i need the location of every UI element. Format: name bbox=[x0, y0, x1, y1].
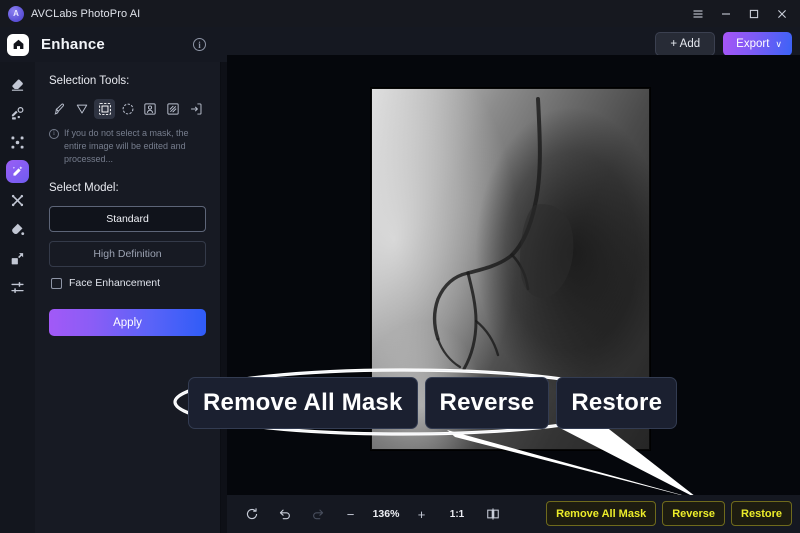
model-high-definition-button[interactable]: High Definition bbox=[49, 241, 206, 267]
compare-icon[interactable] bbox=[476, 495, 509, 533]
info-icon[interactable]: i bbox=[193, 38, 206, 51]
info-small-icon: i bbox=[49, 129, 59, 139]
image-canvas[interactable] bbox=[227, 55, 800, 495]
sidebar-item-object-remove[interactable] bbox=[0, 99, 35, 128]
mask-action-buttons: Remove All Mask Reverse Restore bbox=[546, 501, 792, 526]
lasso-tool-icon[interactable] bbox=[72, 99, 93, 119]
mask-hint-text: If you do not select a mask, the entire … bbox=[64, 127, 204, 166]
close-icon[interactable] bbox=[770, 3, 794, 25]
callout-buttons: Remove All Mask Reverse Restore bbox=[188, 377, 677, 429]
select-model-label: Select Model: bbox=[49, 182, 206, 194]
bottom-toolbar: − 136% + 1:1 Remove All Mask Reverse Res… bbox=[227, 495, 800, 533]
app-window: A AVCLabs PhotoPro AI Enhance i + Add bbox=[0, 0, 800, 533]
vessel-bulb bbox=[520, 204, 573, 298]
sidebar-item-enhance[interactable] bbox=[0, 157, 35, 186]
app-logo-icon: A bbox=[8, 6, 24, 22]
app-title: AVCLabs PhotoPro AI bbox=[31, 8, 140, 20]
callout-restore-button[interactable]: Restore bbox=[556, 377, 677, 429]
reset-view-icon[interactable] bbox=[235, 495, 268, 533]
callout-reverse-button[interactable]: Reverse bbox=[425, 377, 550, 429]
menu-icon[interactable] bbox=[686, 3, 710, 25]
undo-icon[interactable] bbox=[268, 495, 301, 533]
apply-button[interactable]: Apply bbox=[49, 309, 206, 336]
chevron-down-icon: ∨ bbox=[775, 39, 782, 50]
add-button[interactable]: + Add bbox=[655, 32, 715, 56]
zoom-tools: − 136% + 1:1 bbox=[235, 495, 509, 533]
redo-icon bbox=[301, 495, 334, 533]
zoom-level-label: 136% bbox=[367, 508, 405, 520]
import-mask-tool-icon[interactable] bbox=[185, 99, 206, 119]
brand: A AVCLabs PhotoPro AI bbox=[0, 6, 140, 22]
maximize-icon[interactable] bbox=[742, 3, 766, 25]
face-enhancement-checkbox[interactable] bbox=[51, 278, 62, 289]
zoom-in-button[interactable]: + bbox=[405, 495, 438, 533]
sidebar-item-retouch[interactable] bbox=[0, 186, 35, 215]
minimize-icon[interactable] bbox=[714, 3, 738, 25]
title-bar: A AVCLabs PhotoPro AI bbox=[0, 0, 800, 27]
export-button[interactable]: Export ∨ bbox=[723, 32, 792, 56]
enhance-icon bbox=[6, 160, 29, 183]
enhance-panel: Selection Tools: bbox=[35, 62, 221, 533]
callout-remove-all-mask-button[interactable]: Remove All Mask bbox=[188, 377, 418, 429]
reverse-button[interactable]: Reverse bbox=[662, 501, 725, 526]
sidebar-item-expand[interactable] bbox=[0, 128, 35, 157]
sidebar-item-resize[interactable] bbox=[0, 244, 35, 273]
brush-tool-icon[interactable] bbox=[49, 99, 70, 119]
sidebar-item-eraser[interactable] bbox=[0, 70, 35, 99]
pattern-select-tool-icon[interactable] bbox=[163, 99, 184, 119]
face-enhancement-label: Face Enhancement bbox=[69, 277, 160, 289]
zoom-out-button[interactable]: − bbox=[334, 495, 367, 533]
actual-size-button[interactable]: 1:1 bbox=[438, 495, 476, 533]
face-enhancement-row[interactable]: Face Enhancement bbox=[51, 277, 206, 289]
ellipse-select-tool-icon[interactable] bbox=[117, 99, 138, 119]
window-controls bbox=[686, 0, 794, 27]
sidebar-item-colorize[interactable] bbox=[0, 215, 35, 244]
home-icon[interactable] bbox=[7, 34, 29, 56]
restore-button[interactable]: Restore bbox=[731, 501, 792, 526]
export-label: Export bbox=[736, 38, 769, 50]
selection-tools-row bbox=[49, 99, 206, 119]
header-actions: + Add Export ∨ bbox=[655, 32, 792, 56]
tool-rail bbox=[0, 62, 35, 533]
sidebar-item-adjust[interactable] bbox=[0, 273, 35, 302]
mask-hint: i If you do not select a mask, the entir… bbox=[49, 127, 206, 166]
rectangle-select-tool-icon[interactable] bbox=[94, 99, 115, 119]
subject-select-tool-icon[interactable] bbox=[140, 99, 161, 119]
page-title: Enhance bbox=[41, 36, 105, 53]
model-standard-button[interactable]: Standard bbox=[49, 206, 206, 232]
selection-tools-label: Selection Tools: bbox=[49, 75, 206, 87]
remove-all-mask-button[interactable]: Remove All Mask bbox=[546, 501, 656, 526]
